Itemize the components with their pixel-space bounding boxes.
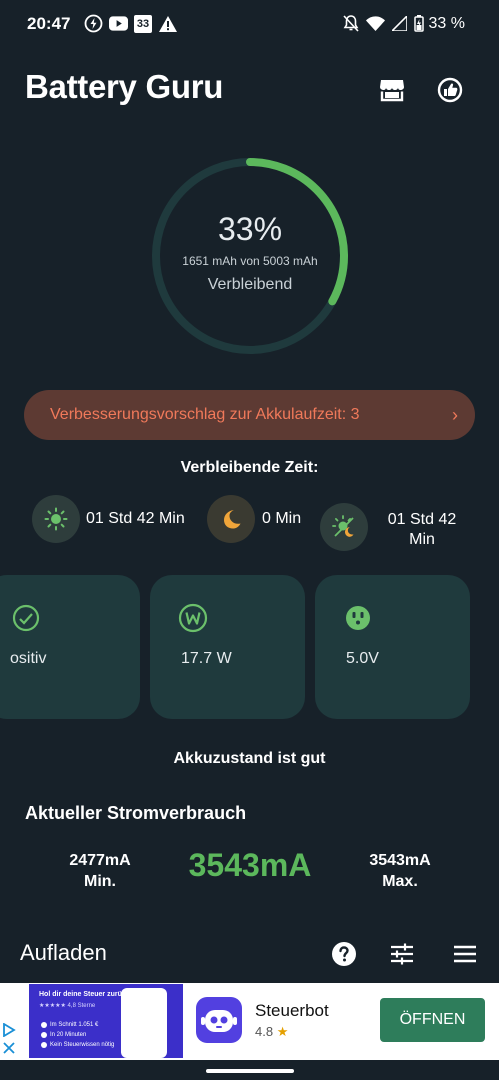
sun-moon-icon [320,503,368,551]
ad-bullet: Kein Steuerwissen nötig [41,1042,114,1048]
card-voltage[interactable]: 5.0V [315,575,470,719]
app-title: Battery Guru [25,68,224,105]
settings-sliders-button[interactable] [386,938,418,970]
ad-bullet: In 20 Minuten [41,1032,86,1038]
help-button[interactable] [328,938,360,970]
wifi-icon [365,14,385,33]
ad-image[interactable]: Hol dir deine Steuer zurück! ★★★★★ 4,8 S… [29,984,183,1058]
gesture-nav-handle[interactable] [206,1069,294,1073]
card-voltage-value: 5.0V [346,650,379,667]
ad-phone-mockup [121,988,167,1058]
battery-percent-large: 33% [217,210,283,247]
store-icon [380,80,404,102]
status-time: 20:47 [27,14,71,33]
current-min-label: Min. [84,873,116,890]
ad-close-icon[interactable] [2,1041,16,1060]
ad-open-button[interactable]: ÖFFNEN [380,998,485,1042]
battery-capacity: 1651 mAh von 5003 mAh [182,253,318,268]
positive-icon [12,604,40,632]
watt-icon [178,603,208,633]
bottom-section-title[interactable]: Aufladen [20,940,107,966]
adchoices-icon[interactable] [2,1022,16,1042]
moon-icon [207,495,255,543]
battery-health-text: Akkuzustand ist gut [173,750,326,767]
battery-ring-center: 33% 1651 mAh von 5003 mAh Verbleibend [149,155,351,357]
current-max-value: 3543mA [369,852,431,869]
remaining-time-day: 01 Std 42 Min [86,510,185,527]
suggestion-banner[interactable]: Verbesserungsvorschlag zur Akkulaufzeit:… [24,390,475,440]
current-usage-title: Aktueller Stromverbrauch [25,803,247,823]
notification-icons: 33 [84,14,177,33]
warning-icon [158,14,177,33]
suggestion-text: Verbesserungsvorschlag zur Akkulaufzeit:… [50,406,360,423]
ad-bullet: Im Schnitt 1.051 € [41,1022,98,1028]
battery-icon [413,14,424,33]
current-min: 2477mA Min. [50,850,150,892]
ad-image-title: Hol dir deine Steuer zurück! [39,991,132,998]
remaining-time-mixed: 01 Std 42 Min [387,511,457,548]
flash-icon [84,14,103,33]
signal-icon [390,14,409,33]
ad-app-rating: 4.8 ★ [255,1024,289,1039]
youtube-icon [109,14,128,33]
current-max-label: Max. [382,873,418,890]
status-bar: 20:47 33 33 % [0,0,499,50]
calendar-33-icon: 33 [134,14,152,33]
ad-app-name[interactable]: Steuerbot [255,1001,329,1021]
menu-button[interactable] [449,938,481,970]
card-positive[interactable]: ositiv [0,575,140,719]
menu-icon [454,945,476,963]
sun-icon [32,495,80,543]
remaining-time-night: 0 Min [262,510,302,527]
card-power[interactable]: 17.7 W [150,575,305,719]
battery-percent: 33 % [428,14,465,32]
ad-image-rating: ★★★★★ 4,8 Sterne [39,1003,96,1009]
rate-button[interactable] [432,72,468,108]
help-icon [332,942,356,966]
card-positive-value: ositiv [10,650,47,667]
store-button[interactable] [374,72,410,108]
current-value: 3543mA [188,847,312,883]
system-icons: 33 % [342,14,465,33]
remaining-time-title: Verbleibende Zeit: [180,459,319,476]
star-icon: ★ [276,1024,289,1039]
current-max: 3543mA Max. [350,850,450,892]
sliders-icon [391,943,413,965]
current-min-value: 2477mA [69,852,131,869]
outlet-icon [346,606,370,630]
thumbs-up-icon [437,77,463,103]
chevron-right-icon: › [452,404,458,425]
battery-remaining-label: Verbleibend [207,275,293,293]
mute-icon [342,14,361,33]
ad-app-logo[interactable] [196,997,242,1043]
card-power-value: 17.7 W [181,650,232,667]
